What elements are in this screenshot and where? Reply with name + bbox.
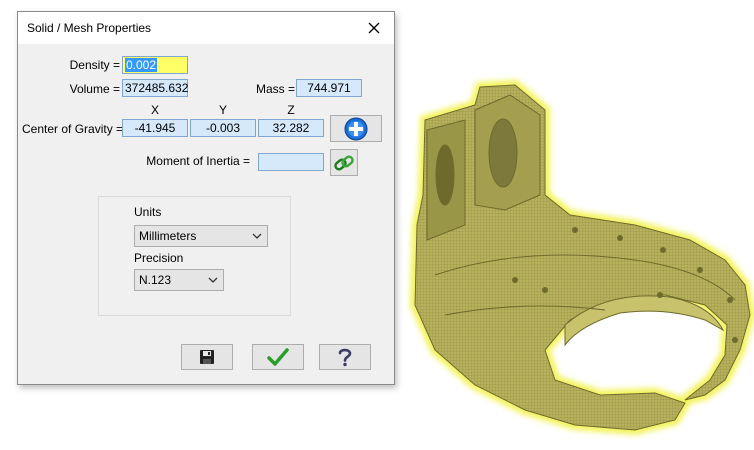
precision-selected-value: N.123 [139,273,172,287]
cog-y-field[interactable]: -0.003 [190,119,256,137]
z-axis-header: Z [287,103,295,117]
units-group: Units Millimeters Precision N.123 [98,196,291,316]
title-bar[interactable]: Solid / Mesh Properties [18,12,394,44]
question-icon [338,348,352,367]
dialog-title: Solid / Mesh Properties [27,21,152,35]
center-of-gravity-label: Center of Gravity = [22,122,124,136]
density-value: 0.002 [125,58,158,72]
chevron-down-icon [208,277,218,283]
cog-x-field[interactable]: -41.945 [122,119,188,137]
x-axis-header: X [150,103,159,117]
moment-calc-button[interactable] [330,149,358,176]
volume-field[interactable]: 372485.632 [122,79,188,97]
cog-show-button[interactable] [330,115,382,142]
3d-part-model[interactable] [405,75,754,445]
moment-of-inertia-label: Moment of Inertia = [146,154,250,168]
moment-of-inertia-field[interactable] [258,153,324,171]
units-selected-value: Millimeters [139,229,197,243]
cog-z-field[interactable]: 32.282 [258,119,324,137]
close-button[interactable] [354,12,394,44]
units-label: Units [134,205,162,219]
mass-field[interactable]: 744.971 [296,79,362,97]
help-button[interactable] [319,344,371,370]
save-button[interactable] [181,344,233,370]
chevron-down-icon [252,233,262,239]
solid-mesh-properties-dialog: Solid / Mesh Properties Density = 0.002 … [17,11,395,385]
volume-label: Volume = [69,82,120,96]
y-axis-header: Y [218,103,227,117]
ok-button[interactable] [252,344,304,370]
density-label: Density = [69,58,120,72]
close-icon [368,22,380,34]
floppy-disk-icon [200,350,214,364]
units-select[interactable]: Millimeters [134,225,268,247]
check-icon [267,348,289,366]
plus-circle-icon [344,117,368,140]
precision-label: Precision [134,251,184,265]
mass-label: Mass = [255,82,295,96]
density-field[interactable]: 0.002 [122,56,188,74]
chain-link-icon [334,155,354,170]
precision-select[interactable]: N.123 [134,269,224,291]
